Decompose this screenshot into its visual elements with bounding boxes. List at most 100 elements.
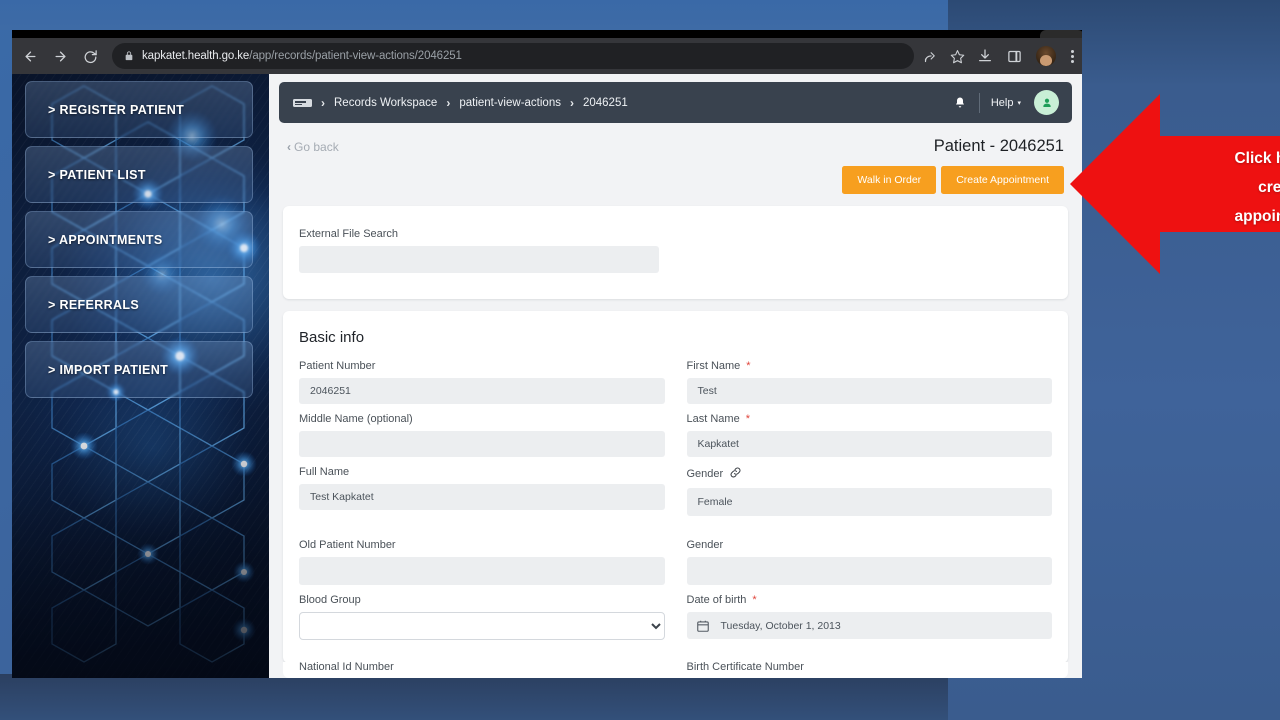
external-file-search-card: External File Search bbox=[283, 206, 1068, 299]
link-icon[interactable] bbox=[729, 466, 742, 482]
forward-arrow-icon[interactable] bbox=[46, 42, 74, 70]
first-name-input[interactable]: Test bbox=[686, 378, 1052, 404]
sidebar-item-register-patient[interactable]: > REGISTER PATIENT bbox=[25, 81, 253, 138]
last-name-input[interactable]: Kapkatet bbox=[686, 431, 1052, 457]
breadcrumb-separator: › bbox=[446, 95, 451, 110]
sidebar-item-label: > APPOINTMENTS bbox=[48, 232, 163, 247]
page-viewport: > REGISTER PATIENT > PATIENT LIST > APPO… bbox=[12, 74, 1082, 678]
breadcrumb: › Records Workspace › patient-view-actio… bbox=[293, 96, 628, 110]
blood-group-select[interactable] bbox=[299, 612, 665, 640]
slide-background-bottom-strip bbox=[0, 674, 948, 720]
field-label: Date of birth bbox=[686, 594, 747, 606]
calendar-icon bbox=[696, 619, 710, 633]
external-file-search-label: External File Search bbox=[299, 228, 399, 240]
lock-icon bbox=[124, 51, 134, 61]
address-bar-url: kapkatet.health.go.ke/app/records/patien… bbox=[142, 50, 462, 62]
full-name-input[interactable]: Test Kapkatet bbox=[299, 484, 665, 510]
go-back-link[interactable]: ‹ Go back bbox=[287, 140, 339, 154]
share-icon[interactable] bbox=[922, 48, 939, 65]
notification-bell-icon[interactable] bbox=[954, 96, 978, 109]
field-label: Gender bbox=[686, 539, 724, 551]
sidebar-menu: > REGISTER PATIENT > PATIENT LIST > APPO… bbox=[25, 81, 253, 406]
sidebar-item-label: > IMPORT PATIENT bbox=[48, 362, 169, 377]
field-label: Blood Group bbox=[299, 594, 361, 606]
basic-info-title: Basic info bbox=[299, 329, 365, 346]
field-old-patient-number: Old Patient Number bbox=[299, 539, 665, 585]
page-title: Patient - 2046251 bbox=[933, 137, 1064, 155]
page-action-buttons: Walk in Order Create Appointment bbox=[287, 166, 1064, 194]
download-icon[interactable] bbox=[976, 48, 993, 65]
field-last-name: Last Name * Kapkatet bbox=[686, 413, 1052, 457]
required-marker: * bbox=[745, 413, 750, 425]
date-of-birth-input[interactable]: Tuesday, October 1, 2013 bbox=[686, 612, 1052, 639]
user-avatar-icon[interactable] bbox=[1034, 90, 1059, 115]
app-logo-icon[interactable] bbox=[293, 98, 312, 107]
date-of-birth-value: Tuesday, October 1, 2013 bbox=[720, 619, 841, 632]
field-patient-number: Patient Number 2046251 bbox=[299, 360, 665, 404]
slide-background-top-strip bbox=[0, 0, 948, 30]
field-label: Last Name bbox=[686, 413, 740, 425]
breadcrumb-separator: › bbox=[321, 95, 325, 110]
field-first-name: First Name * Test bbox=[686, 360, 1052, 404]
patient-number-input[interactable]: 2046251 bbox=[299, 378, 665, 404]
sidebar-item-patient-list[interactable]: > PATIENT LIST bbox=[25, 146, 253, 203]
star-icon[interactable] bbox=[949, 48, 966, 65]
browser-tab[interactable] bbox=[1040, 30, 1082, 38]
old-patient-number-input[interactable] bbox=[299, 557, 665, 585]
browser-window: kapkatet.health.go.ke/app/records/patien… bbox=[12, 30, 1082, 678]
page-header: ‹ Go back Patient - 2046251 bbox=[287, 137, 1064, 156]
sidebar-item-referrals[interactable]: > REFERRALS bbox=[25, 276, 253, 333]
field-label: Old Patient Number bbox=[299, 539, 396, 551]
main-content: › Records Workspace › patient-view-actio… bbox=[269, 74, 1082, 678]
external-file-search-input[interactable] bbox=[299, 246, 659, 273]
omnibox-actions bbox=[922, 48, 966, 65]
field-date-of-birth: Date of birth * Tuesday, October 1, 2013 bbox=[686, 594, 1052, 640]
topbar-divider bbox=[978, 92, 980, 113]
app-topbar: › Records Workspace › patient-view-actio… bbox=[279, 82, 1072, 123]
go-back-label: Go back bbox=[294, 139, 339, 154]
reload-icon[interactable] bbox=[76, 42, 104, 70]
app-sidebar: > REGISTER PATIENT > PATIENT LIST > APPO… bbox=[12, 74, 269, 678]
url-domain: kapkatet.health.go.ke bbox=[142, 50, 250, 62]
sidebar-item-appointments[interactable]: > APPOINTMENTS bbox=[25, 211, 253, 268]
browser-extension-icons bbox=[968, 46, 1076, 66]
address-bar[interactable]: kapkatet.health.go.ke/app/records/patien… bbox=[112, 43, 914, 69]
field-gender-linked: Gender Female bbox=[686, 466, 1052, 516]
breadcrumb-separator: › bbox=[569, 95, 574, 110]
field-blood-group: Blood Group bbox=[299, 594, 665, 640]
field-label: Gender bbox=[686, 468, 724, 480]
required-marker: * bbox=[752, 594, 757, 606]
sidebar-item-label: > PATIENT LIST bbox=[48, 167, 146, 182]
middle-name-input[interactable] bbox=[299, 431, 665, 457]
field-label: First Name bbox=[686, 360, 741, 372]
field-label: Full Name bbox=[299, 466, 350, 478]
kebab-menu-icon[interactable] bbox=[1069, 49, 1076, 63]
profile-avatar-icon[interactable] bbox=[1036, 46, 1056, 66]
gender-input[interactable] bbox=[686, 557, 1052, 585]
sidebar-item-label: > REFERRALS bbox=[48, 297, 140, 312]
field-gender: Gender bbox=[686, 539, 1052, 585]
breadcrumb-item-patient-id[interactable]: 2046251 bbox=[583, 97, 628, 109]
help-label: Help bbox=[990, 96, 1014, 109]
side-panel-icon[interactable] bbox=[1006, 48, 1023, 65]
field-label: Middle Name (optional) bbox=[299, 413, 413, 425]
sidebar-item-import-patient[interactable]: > IMPORT PATIENT bbox=[25, 341, 253, 398]
field-label-birth-certificate-number: Birth Certificate Number bbox=[686, 662, 804, 673]
field-label-national-id-number: National Id Number bbox=[299, 662, 394, 673]
basic-info-form: Patient Number 2046251 First Name * Test… bbox=[299, 360, 1052, 649]
required-marker: * bbox=[746, 360, 751, 372]
chevron-down-icon: ▾ bbox=[1017, 99, 1021, 107]
create-appointment-button[interactable]: Create Appointment bbox=[941, 166, 1064, 194]
gender-linked-input[interactable]: Female bbox=[686, 488, 1052, 516]
breadcrumb-item-patient-view-actions[interactable]: patient-view-actions bbox=[459, 97, 561, 109]
browser-tab-strip bbox=[12, 30, 1082, 38]
help-menu[interactable]: Help ▾ bbox=[991, 97, 1021, 109]
chevron-left-icon: ‹ bbox=[287, 139, 291, 154]
basic-info-card: Basic info Patient Number 2046251 First … bbox=[283, 311, 1068, 678]
walk-in-order-button[interactable]: Walk in Order bbox=[842, 166, 937, 194]
sidebar-item-label: > REGISTER PATIENT bbox=[48, 102, 185, 117]
clipped-field-labels: National Id Number Birth Certificate Num… bbox=[283, 662, 1068, 678]
breadcrumb-item-records-workspace[interactable]: Records Workspace bbox=[334, 97, 437, 109]
url-path: /app/records/patient-view-actions/204625… bbox=[249, 50, 462, 62]
back-arrow-icon[interactable] bbox=[16, 42, 44, 70]
